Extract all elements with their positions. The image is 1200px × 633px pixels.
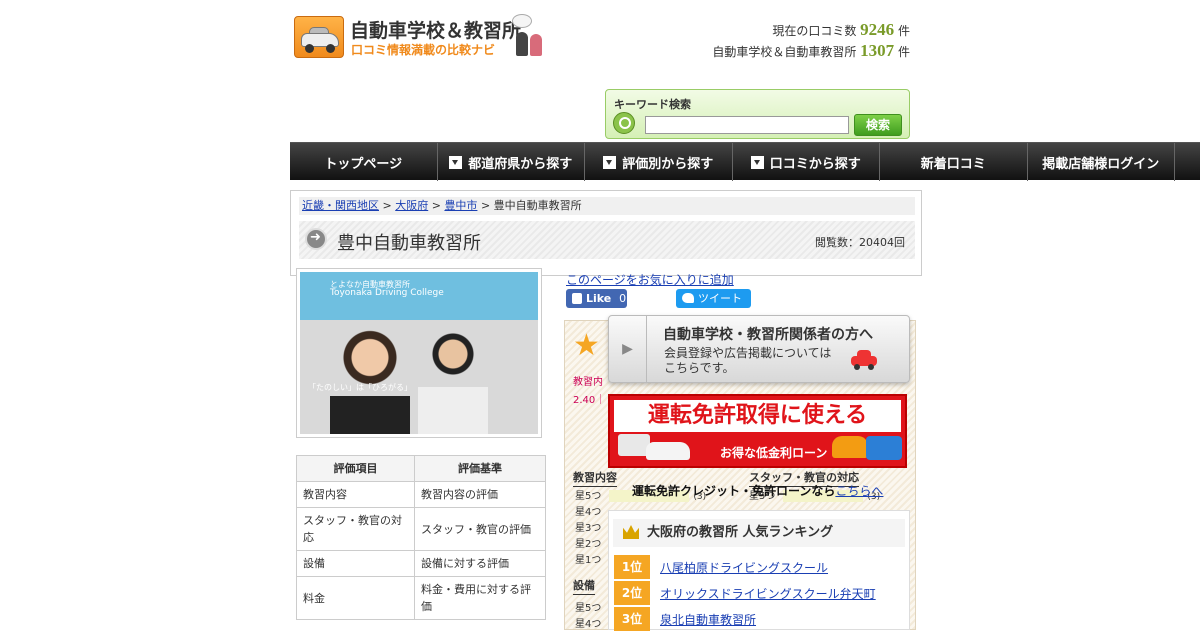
white-car-icon <box>646 442 690 460</box>
photo-caption: 「たのしい」は「ひろがる」 <box>308 383 412 392</box>
search-button[interactable]: 検索 <box>854 114 902 136</box>
search-input[interactable] <box>645 116 849 134</box>
ranking-link[interactable]: オリックスドライビングスクール弁天町 <box>660 585 876 602</box>
rank-badge: 3位 <box>614 607 650 631</box>
keyword-search: キーワード検索 検索 <box>605 89 910 139</box>
nav-login[interactable]: 掲載店舗様ログイン <box>1028 143 1175 181</box>
breadcrumb-prefecture[interactable]: 大阪府 <box>395 199 428 212</box>
business-notice-popup[interactable]: ▶ 自動車学校・教習所関係者の方へ 会員登録や広告掲載については こちらです。 <box>608 315 910 383</box>
breadcrumb-city[interactable]: 豊中市 <box>444 199 477 212</box>
evaluation-table: 評価項目 評価基準 教習内容 教習内容の評価 スタッフ・教官の対応 スタッフ・教… <box>296 455 546 620</box>
dropdown-icon <box>750 155 764 169</box>
table-row: スタッフ・教官の対応 スタッフ・教官の評価 <box>296 507 546 551</box>
breadcrumb: 近畿・関西地区 > 大阪府 > 豊中市 > 豊中自動車教習所 <box>299 197 915 215</box>
nav-top[interactable]: トップページ <box>290 143 438 181</box>
facebook-like-button[interactable]: Like 0 <box>566 289 627 308</box>
star-icon: ★ <box>573 328 600 363</box>
add-favorite-link[interactable]: このページをお気に入りに追加 <box>566 271 734 288</box>
orange-car-icon <box>832 436 868 458</box>
view-count: 閲覧数：20404回 <box>815 236 905 249</box>
school-count-value: 1307 <box>860 41 895 60</box>
nav-reviews[interactable]: 口コミから探す <box>733 143 880 181</box>
nav-rating[interactable]: 評価別から探す <box>585 143 733 181</box>
nav-new-reviews[interactable]: 新着口コミ <box>880 143 1028 181</box>
thumbs-up-icon <box>572 293 582 304</box>
ranking-link[interactable]: 泉北自動車教習所 <box>660 611 756 628</box>
school-photo: とよなか自動車教習所 Toyonaka Driving College 「たのし… <box>296 268 542 438</box>
car-logo-icon <box>294 16 344 58</box>
site-logo[interactable]: 自動車学校＆教習所 口コミ情報満載の比較ナビ <box>294 14 554 60</box>
ranking-panel: 大阪府の教習所 人気ランキング 1位 八尾柏原ドライビングスクール 2位 オリッ… <box>608 510 910 631</box>
search-icon <box>613 112 635 134</box>
title-bar: 豊中自動車教習所 閲覧数：20404回 <box>299 221 915 259</box>
dropdown-icon <box>449 155 463 169</box>
rank-badge: 1位 <box>614 555 650 579</box>
red-car-icon <box>851 350 877 370</box>
loan-text: 運転免許クレジット・免許ローンならこちらへ <box>632 484 884 498</box>
school-count: 自動車学校＆自動車教習所 1307 件 <box>712 41 910 60</box>
banner-sub: お得な低金利ローン <box>720 446 828 460</box>
ranking-link[interactable]: 八尾柏原ドライビングスクール <box>660 559 828 576</box>
tweet-button[interactable]: ツイート <box>676 289 751 308</box>
notice-body: 会員登録や広告掲載については こちらです。 <box>664 346 832 375</box>
ranking-title: 大阪府の教習所 人気ランキング <box>613 519 905 547</box>
bus-icon <box>866 436 902 460</box>
review-category: 教習内 <box>573 377 603 388</box>
col-title-content: 教習内容 <box>573 469 617 487</box>
logo-subtitle: 口コミ情報満載の比較ナビ <box>351 43 496 57</box>
table-row: 料金 料金・費用に対する評価 <box>296 576 546 620</box>
arrow-right-icon <box>305 228 327 250</box>
play-icon[interactable]: ▶ <box>609 316 647 382</box>
banner-headline: 運転免許取得に使える <box>614 400 901 432</box>
rank-badge: 2位 <box>614 581 650 605</box>
page-header: 近畿・関西地区 > 大阪府 > 豊中市 > 豊中自動車教習所 豊中自動車教習所 … <box>290 190 922 276</box>
table-header-row: 評価項目 評価基準 <box>296 455 546 482</box>
people-illustration-icon <box>512 14 548 58</box>
twitter-bird-icon <box>682 293 694 303</box>
rating-rows-facility: 星5つ 星4つ <box>575 603 602 630</box>
ranking-row: 1位 八尾柏原ドライビングスクール <box>614 555 906 579</box>
loan-link[interactable]: こちらへ <box>835 484 883 498</box>
page-title: 豊中自動車教習所 <box>337 233 481 254</box>
global-nav: トップページ 都道府県から探す 評価別から探す 口コミから探す 新着口コミ 掲載… <box>290 142 1200 181</box>
col-title-facility: 設備 <box>573 577 595 595</box>
site-counts: 現在の口コミ数 9246 件 自動車学校＆自動車教習所 1307 件 <box>712 20 910 62</box>
breadcrumb-current: 豊中自動車教習所 <box>493 199 582 212</box>
photo-brand: とよなか自動車教習所 Toyonaka Driving College <box>330 280 444 298</box>
review-count: 現在の口コミ数 9246 件 <box>772 20 910 39</box>
search-label: キーワード検索 <box>614 98 691 111</box>
logo-title: 自動車学校＆教習所 <box>350 20 522 42</box>
nav-prefecture[interactable]: 都道府県から探す <box>438 143 585 181</box>
review-score: 2.40｜ <box>573 395 606 406</box>
notice-title: 自動車学校・教習所関係者の方へ <box>663 327 873 343</box>
ranking-row: 2位 オリックスドライビングスクール弁天町 <box>614 581 906 605</box>
table-row: 設備 設備に対する評価 <box>296 550 546 577</box>
table-row: 教習内容 教習内容の評価 <box>296 481 546 508</box>
dropdown-icon <box>603 155 617 169</box>
review-count-value: 9246 <box>860 20 895 39</box>
ranking-row: 3位 泉北自動車教習所 <box>614 607 906 631</box>
loan-banner[interactable]: 運転免許取得に使える お得な低金利ローン <box>608 394 907 468</box>
breadcrumb-region[interactable]: 近畿・関西地区 <box>302 199 379 212</box>
student-figure <box>418 332 488 434</box>
